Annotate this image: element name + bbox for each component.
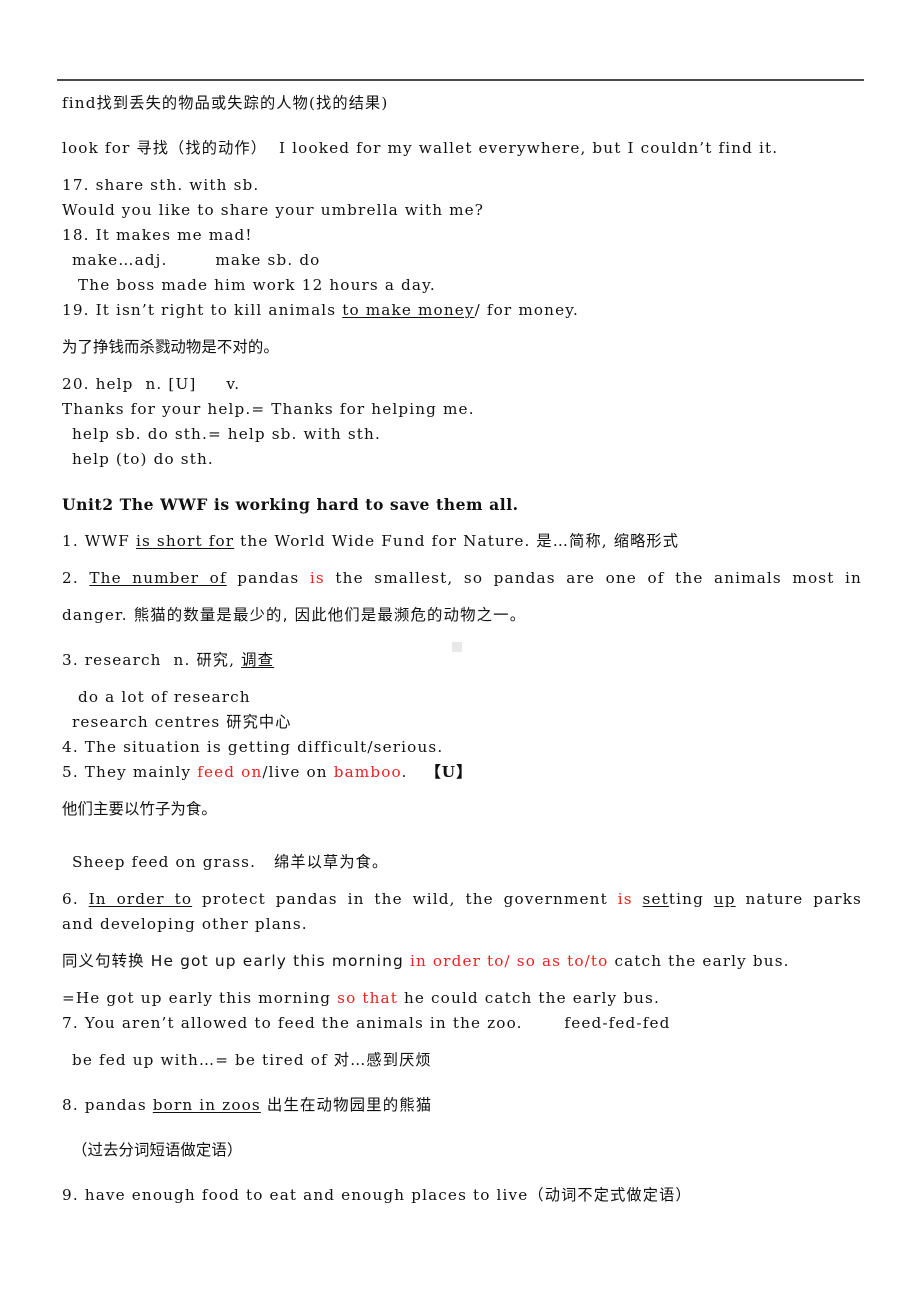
item-1-text-b: the World Wide Fund for Nature. 是…简称, 缩略… <box>234 532 680 550</box>
item-1-text-a: 1. WWF <box>62 532 136 550</box>
line-item-7: 7. You aren’t allowed to feed the animal… <box>62 1014 671 1032</box>
line-item-7-idiom: be fed up with…= be tired of 对…感到厌烦 <box>72 1051 432 1069</box>
line-item-18-example: The boss made him work 12 hours a day. <box>78 276 436 294</box>
line-find-definition: find找到丢失的物品或失踪的人物(找的结果) <box>62 94 389 112</box>
line-synonym-transformation: 同义句转换 He got up early this morning in or… <box>62 950 862 973</box>
line-item-8-grammar-note: （过去分词短语做定语） <box>72 1141 243 1159</box>
line-synonym-equivalent: =He got up early this morning so that he… <box>62 987 862 1010</box>
synonym-highlight-phrases: in order to/ so as to/to <box>409 952 609 970</box>
blank-spacer <box>62 821 862 851</box>
item-6-highlight-is: is <box>617 890 633 908</box>
synonym-text-b: catch the early bus. <box>608 952 790 970</box>
equivalent-text-a: =He got up early this morning <box>62 989 338 1007</box>
item-19-underlined-phrase: to make money <box>342 301 475 319</box>
item-6-text-b: nature parks <box>735 890 862 908</box>
line-item-18-pattern: make…adj. make sb. do <box>72 251 321 269</box>
line-item-1: 1. WWF is short for the World Wide Fund … <box>62 530 862 553</box>
item-8-translation: 出生在动物园里的熊猫 <box>260 1096 433 1114</box>
item-6-space <box>633 890 643 908</box>
line-item-6: 6. In order to protect pandas in the wil… <box>62 888 862 911</box>
line-item-19-translation: 为了挣钱而杀戮动物是不对的。 <box>62 338 279 356</box>
line-item-17-example: Would you like to share your umbrella wi… <box>62 201 485 219</box>
item-19-text-b: / for money. <box>474 301 579 319</box>
item-1-underlined-phrase: is short for <box>135 532 235 550</box>
item-2-highlight-is: is <box>309 569 325 587</box>
line-sheep-example: Sheep feed on grass. 绵羊以草为食。 <box>72 853 389 871</box>
item-2-text-a: pandas <box>226 569 310 587</box>
line-item-3-collocation-1: do a lot of research <box>78 688 251 706</box>
line-item-4: 4. The situation is getting difficult/se… <box>62 738 444 756</box>
line-item-8: 8. pandas born in zoos 出生在动物园里的熊猫 <box>62 1094 862 1117</box>
item-5-uncountable-marker: 【U】 <box>425 763 473 781</box>
item-5-text-b: /live on <box>262 763 334 781</box>
synonym-label: 同义句转换 He got up early this morning <box>62 952 410 970</box>
line-look-for-definition: look for 寻找（找的动作） I looked for my wallet… <box>62 139 779 157</box>
line-item-19: 19. It isn’t right to kill animals to ma… <box>62 299 862 322</box>
item-19-text-a: 19. It isn’t right to kill animals <box>62 301 343 319</box>
line-item-9: 9. have enough food to eat and enough pl… <box>62 1186 692 1204</box>
header-horizontal-rule <box>57 79 864 81</box>
line-item-5-translation: 他们主要以竹子为食。 <box>62 800 217 818</box>
line-item-18: 18. It makes me mad! <box>62 226 253 244</box>
line-item-20: 20. help n. [U] v. <box>62 375 241 393</box>
line-item-3-collocation-2: research centres 研究中心 <box>72 713 292 731</box>
item-5-text-a: 5. They mainly <box>62 763 198 781</box>
line-item-20-help-pattern-2: help (to) do sth. <box>72 450 214 468</box>
item-2-underlined-phrase: The number of <box>89 569 227 587</box>
line-item-3: 3. research n. 研究, 调查 <box>62 649 862 672</box>
document-body: find找到丢失的物品或失踪的人物(找的结果) look for 寻找（找的动作… <box>62 92 862 1207</box>
item-2-translation: 熊猫的数量是最少的, 因此他们是最濒危的动物之一。 <box>133 606 527 624</box>
item-3-text: 3. research n. 研究, <box>62 651 242 669</box>
item-3-underlined-cjk: 调查 <box>241 651 275 669</box>
item-6-number: 6. <box>62 890 89 908</box>
line-item-2-continuation: danger. 熊猫的数量是最少的, 因此他们是最濒危的动物之一。 <box>62 604 862 627</box>
document-page: find找到丢失的物品或失踪的人物(找的结果) look for 寻找（找的动作… <box>0 0 920 1302</box>
unit-heading: Unit2 The WWF is working hard to save th… <box>62 495 519 514</box>
line-item-2: 2. The number of pandas is the smallest,… <box>62 567 862 590</box>
item-8-underlined-phrase: born in zoos <box>152 1096 261 1114</box>
item-2-danger: danger. <box>62 606 134 624</box>
item-6-underlined-up: up <box>713 890 736 908</box>
item-5-highlight-bamboo: bamboo <box>333 763 402 781</box>
item-5-highlight-feed-on: feed on <box>197 763 263 781</box>
item-6-text-a: protect pandas in the wild, the governme… <box>192 890 618 908</box>
item-8-text-a: 8. pandas <box>62 1096 153 1114</box>
line-item-20-thanks: Thanks for your help.= Thanks for helpin… <box>62 400 475 418</box>
item-2-number: 2. <box>62 569 90 587</box>
equivalent-highlight-so-that: so that <box>337 989 398 1007</box>
equivalent-text-b: he could catch the early bus. <box>397 989 660 1007</box>
item-2-text-b: the smallest, so pandas are one of the a… <box>324 569 862 587</box>
line-item-17: 17. share sth. with sb. <box>62 176 260 194</box>
item-6-text-ting: ting <box>668 890 714 908</box>
line-item-20-help-pattern-1: help sb. do sth.= help sb. with sth. <box>72 425 381 443</box>
line-item-6-continuation: and developing other plans. <box>62 915 308 933</box>
item-5-text-c: . <box>401 763 426 781</box>
item-6-underlined-set: set <box>642 890 669 908</box>
line-item-5: 5. They mainly feed on/live on bamboo. 【… <box>62 761 862 784</box>
item-6-underlined-in-order-to: In order to <box>88 890 193 908</box>
